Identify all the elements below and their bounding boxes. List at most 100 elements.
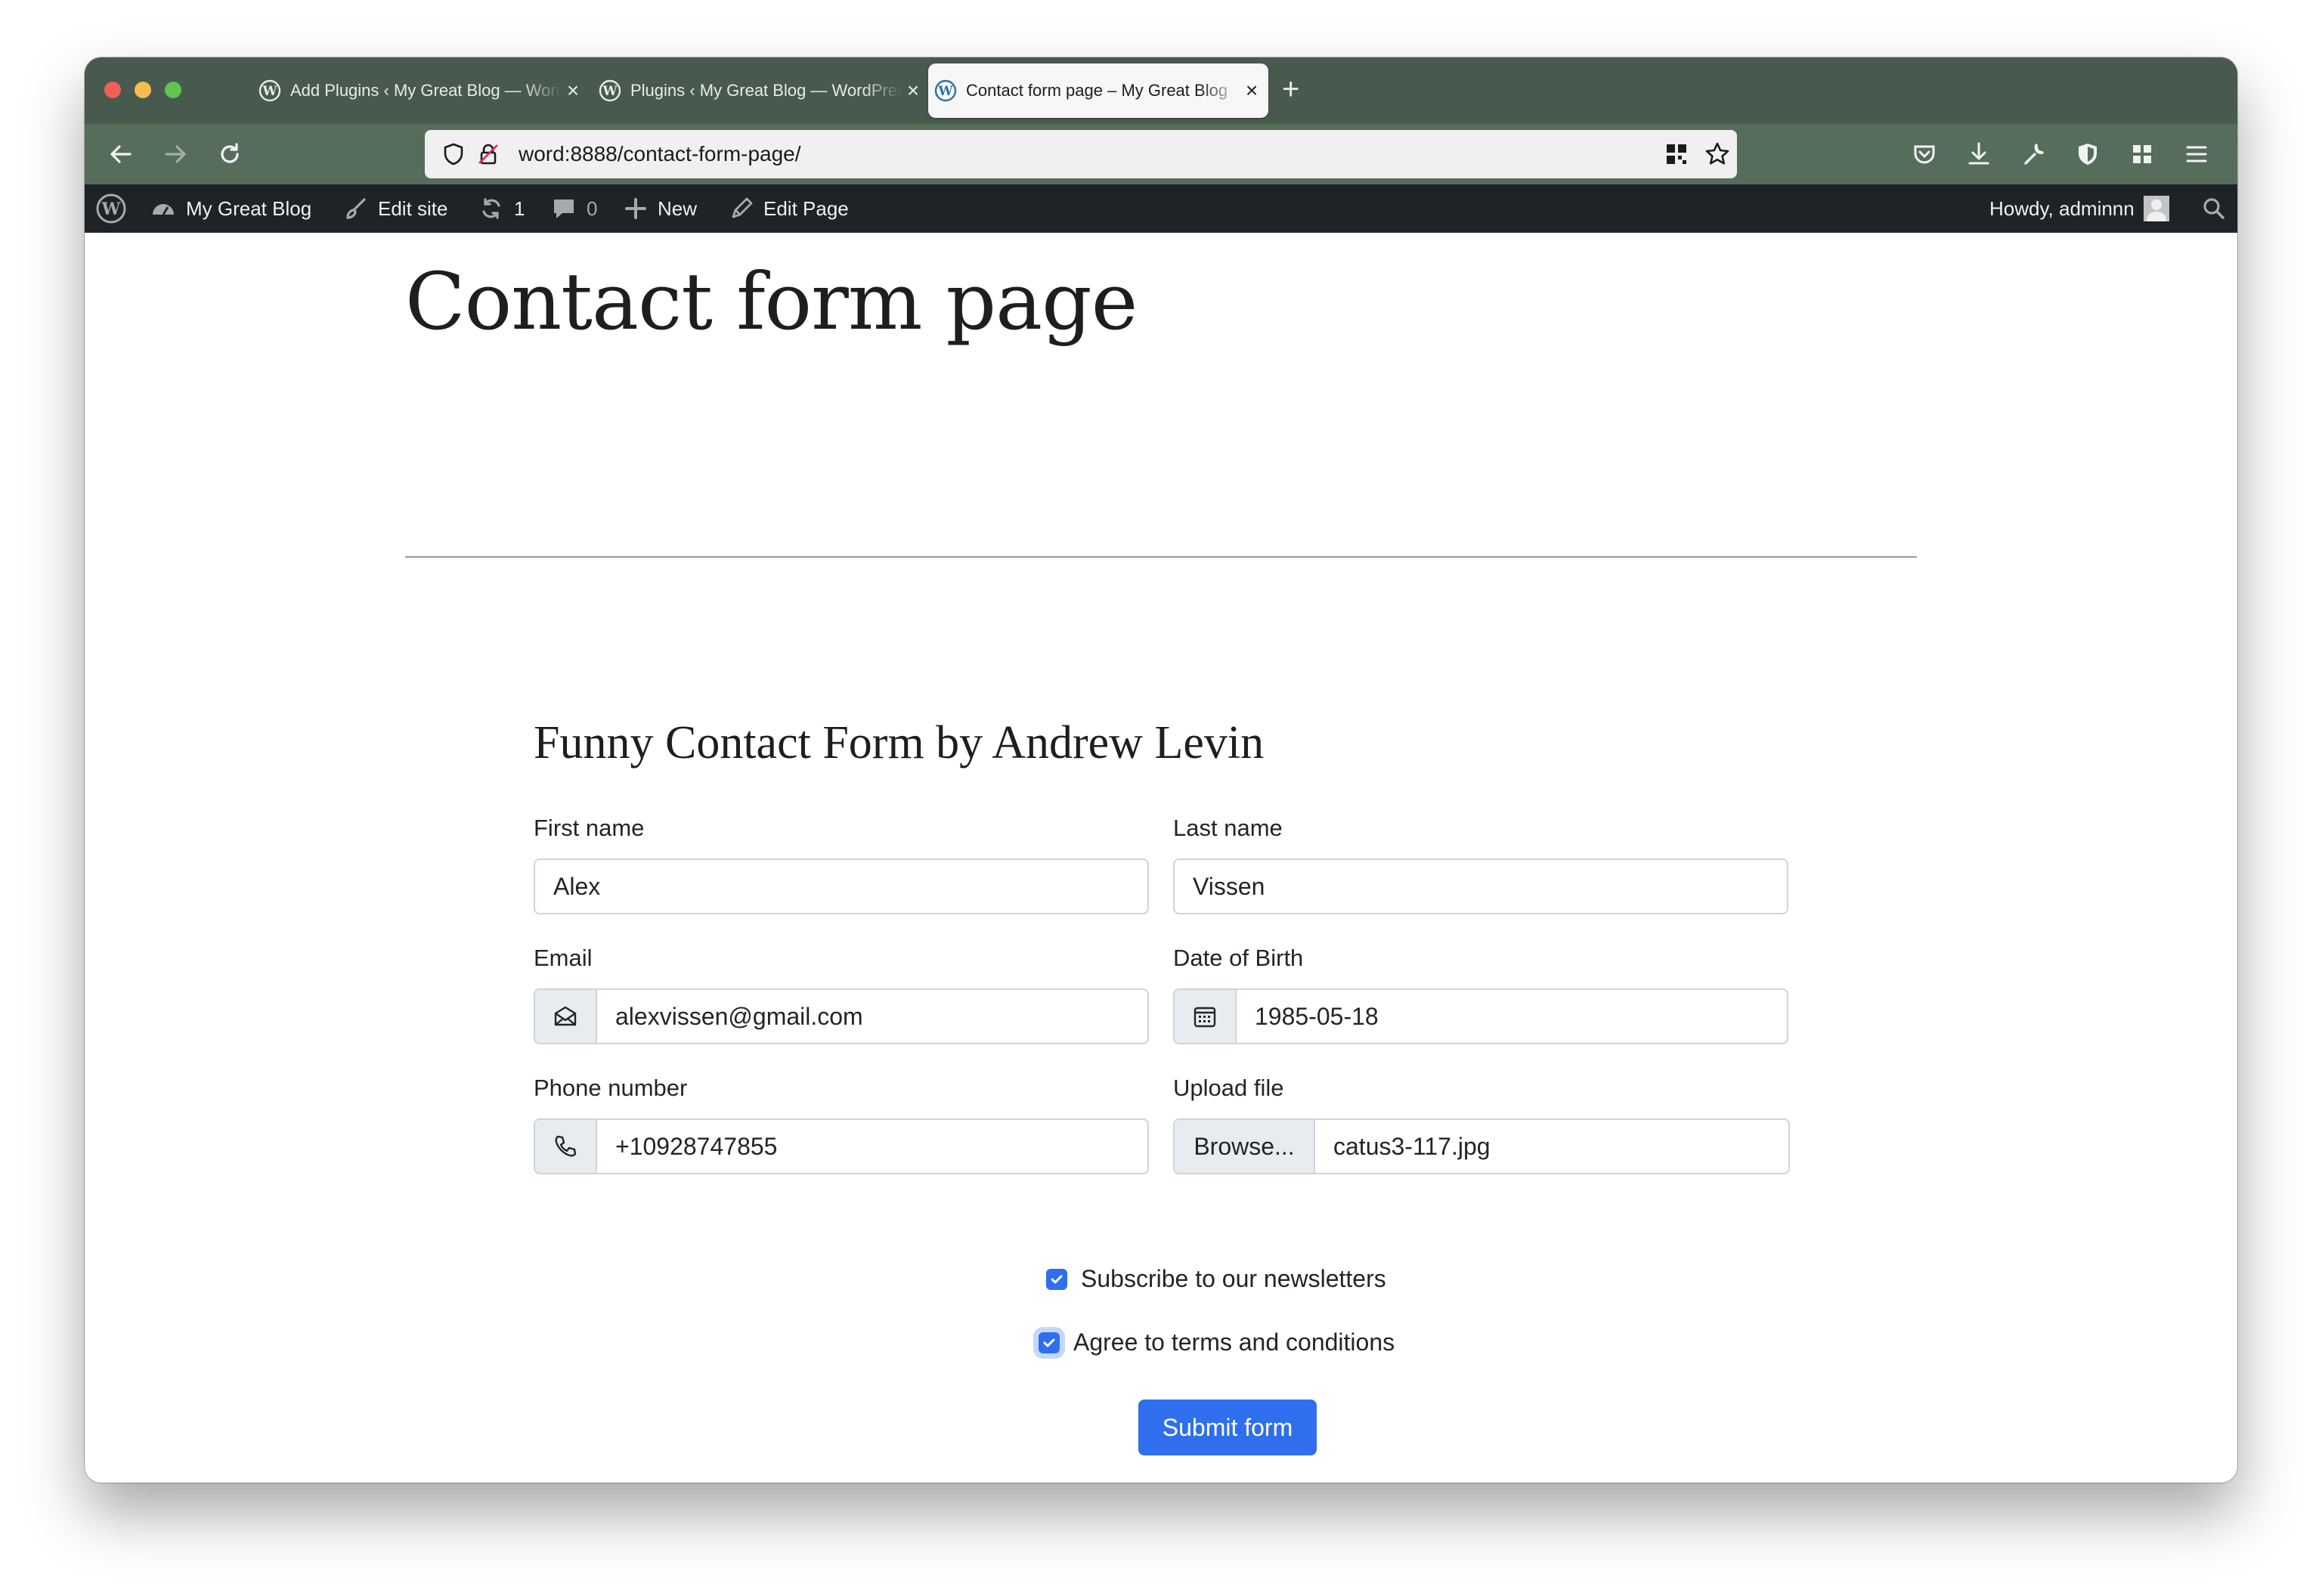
tab-add-plugins[interactable]: W Add Plugins ‹ My Great Blog — WordPres…: [252, 63, 590, 118]
terms-label[interactable]: Agree to terms and conditions: [1073, 1328, 1395, 1356]
submit-form-button[interactable]: Submit form: [1138, 1400, 1317, 1455]
separator: [405, 556, 1917, 558]
last-name-label: Last name: [1173, 815, 1283, 841]
calendar-icon: [1194, 1007, 1216, 1028]
tab-contact-form-page[interactable]: W Contact form page – My Great Blog ×: [928, 63, 1268, 118]
svg-text:W: W: [937, 84, 953, 99]
search-icon: [2203, 198, 2224, 219]
phone-label: Phone number: [534, 1075, 688, 1101]
phone-field[interactable]: +10928747855: [534, 1118, 1149, 1174]
tab-title: Plugins ‹ My Great Blog — WordPress: [630, 81, 902, 100]
email-field[interactable]: alexvissen@gmail.com: [534, 988, 1149, 1044]
insecure-lock-icon[interactable]: [475, 141, 502, 168]
tab-title: Contact form page – My Great Blog: [966, 81, 1228, 100]
avatar: [2143, 196, 2169, 221]
tab-title: Add Plugins ‹ My Great Blog — WordPress: [290, 81, 562, 100]
edit-page-label: Edit Page: [763, 196, 849, 220]
new-tab-button[interactable]: +: [1282, 74, 1299, 104]
back-icon[interactable]: [104, 138, 138, 171]
newsletter-label[interactable]: Subscribe to our newsletters: [1081, 1265, 1386, 1293]
wrench-icon[interactable]: [2017, 138, 2050, 171]
terms-checkbox-row[interactable]: Agree to terms and conditions: [1039, 1328, 1395, 1356]
wordpress-icon: W: [259, 79, 281, 102]
first-name-label: First name: [534, 815, 645, 841]
close-icon[interactable]: ×: [562, 79, 584, 103]
pocket-icon[interactable]: [1908, 138, 1941, 171]
site-name-menu[interactable]: My Great Blog: [150, 184, 311, 233]
wordpress-logo-icon: W: [96, 193, 126, 224]
admin-search[interactable]: [2201, 184, 2236, 233]
envelope-icon: [554, 1006, 577, 1026]
first-name-value: Alex: [553, 872, 601, 900]
wp-logo-menu[interactable]: W: [95, 184, 136, 233]
dob-addon: [1175, 990, 1237, 1043]
svg-text:W: W: [101, 200, 121, 219]
wordpress-icon: W: [934, 79, 957, 102]
upload-label: Upload file: [1173, 1075, 1284, 1101]
last-name-field[interactable]: Vissen: [1173, 858, 1788, 914]
last-name-value: Vissen: [1193, 872, 1265, 900]
brush-icon: [346, 198, 366, 219]
updates-count: 1: [514, 196, 525, 220]
edit-page-link[interactable]: Edit Page: [729, 184, 849, 233]
email-label: Email: [534, 945, 593, 971]
tab-plugins[interactable]: W Plugins ‹ My Great Blog — WordPress ×: [593, 63, 930, 118]
updates-link[interactable]: 1: [478, 184, 525, 233]
upload-file-name: catus3-117.jpg: [1333, 1132, 1491, 1160]
updates-icon: [482, 198, 500, 219]
reload-icon[interactable]: [213, 138, 246, 171]
wp-admin-bar: W My Great Blog Edit site 1 0 New Edit P…: [85, 184, 2237, 233]
form-title: Funny Contact Form by Andrew Levin: [534, 717, 1265, 769]
my-account-menu[interactable]: Howdy, adminnn: [1989, 184, 2169, 233]
new-label: New: [658, 196, 698, 220]
site-name: My Great Blog: [186, 196, 312, 220]
forward-icon[interactable]: [159, 138, 192, 171]
page-content: Contact form page Funny Contact Form by …: [85, 233, 2237, 1483]
minimize-window-button[interactable]: [135, 82, 151, 98]
qr-code-icon[interactable]: [1664, 142, 1689, 166]
shield-icon[interactable]: [440, 141, 467, 168]
dob-value: 1985-05-18: [1255, 1002, 1379, 1030]
plus-icon: [625, 198, 646, 219]
download-icon[interactable]: [1962, 138, 1995, 171]
comments-link[interactable]: 0: [550, 184, 597, 233]
edit-site-link[interactable]: Edit site: [342, 184, 448, 233]
close-icon[interactable]: ×: [1241, 79, 1262, 103]
close-icon[interactable]: ×: [902, 79, 924, 103]
pencil-icon: [732, 197, 753, 218]
terms-checkbox[interactable]: [1039, 1332, 1060, 1353]
first-name-field[interactable]: Alex: [534, 858, 1149, 914]
phone-value: +10928747855: [615, 1132, 778, 1160]
edit-site-label: Edit site: [378, 196, 448, 220]
extensions-icon[interactable]: [2125, 138, 2159, 171]
zoom-window-button[interactable]: [165, 82, 181, 98]
newsletter-checkbox-row[interactable]: Subscribe to our newsletters: [1046, 1265, 1386, 1293]
phone-addon: [535, 1120, 597, 1173]
browser-window: W Add Plugins ‹ My Great Blog — WordPres…: [85, 57, 2237, 1483]
wordpress-icon: W: [599, 79, 621, 102]
upload-file-field[interactable]: Browse... catus3-117.jpg: [1173, 1118, 1790, 1174]
user-greeting: Howdy, adminnn: [1989, 196, 2135, 220]
address-bar[interactable]: word:8888/contact-form-page/: [425, 130, 1737, 178]
svg-text:W: W: [602, 84, 618, 99]
url-text[interactable]: word:8888/contact-form-page/: [519, 142, 801, 166]
dob-field[interactable]: 1985-05-18: [1173, 988, 1788, 1044]
close-window-button[interactable]: [104, 82, 121, 98]
svg-text:W: W: [262, 84, 277, 99]
email-addon: [535, 990, 597, 1043]
new-content-menu[interactable]: New: [623, 184, 697, 233]
check-icon: [1043, 1338, 1055, 1347]
tab-bar: W Add Plugins ‹ My Great Blog — WordPres…: [85, 57, 2237, 124]
comments-count: 0: [587, 196, 598, 220]
dashboard-icon: [153, 204, 174, 215]
menu-icon[interactable]: [2180, 138, 2213, 171]
shield-extension-icon[interactable]: [2071, 138, 2104, 171]
bookmark-star-icon[interactable]: [1704, 141, 1731, 168]
comment-icon: [554, 200, 574, 218]
check-icon: [1051, 1275, 1063, 1283]
email-value: alexvissen@gmail.com: [615, 1002, 863, 1030]
page-title: Contact form page: [405, 255, 1138, 348]
browse-button[interactable]: Browse...: [1175, 1120, 1315, 1173]
dob-label: Date of Birth: [1173, 945, 1304, 971]
newsletter-checkbox[interactable]: [1046, 1268, 1067, 1290]
